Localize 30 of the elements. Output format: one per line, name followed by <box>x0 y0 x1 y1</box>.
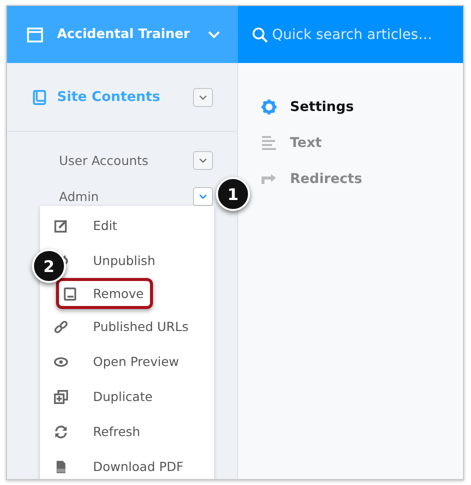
menu-item[interactable]: Remove <box>56 278 153 309</box>
redirect-arrow-icon <box>261 171 277 187</box>
duplicate-icon <box>54 390 68 404</box>
link-icon <box>54 320 68 334</box>
sidebar-heading: Site Contents <box>57 89 162 105</box>
text-lines-icon <box>261 135 277 151</box>
menu-item[interactable]: Download PDF <box>40 449 214 479</box>
tree-item[interactable]: User Accounts <box>59 152 193 168</box>
page-tab[interactable]: Settings <box>261 89 354 125</box>
eye-icon <box>54 354 68 368</box>
menu-item[interactable]: Open Preview <box>40 344 214 379</box>
edit-icon <box>54 218 68 232</box>
chevron-down-icon <box>199 194 207 198</box>
dropdown-button[interactable] <box>193 186 213 206</box>
browser-window-icon <box>27 26 43 42</box>
search-icon <box>252 26 268 42</box>
menu-item[interactable]: Refresh <box>40 414 214 449</box>
site-title: Accidental Trainer <box>57 27 190 42</box>
dropdown-button[interactable] <box>193 88 213 106</box>
pdf-file-icon <box>54 460 68 474</box>
menu-item[interactable]: Edit <box>40 208 214 243</box>
refresh-icon <box>54 424 68 438</box>
tree-item[interactable]: Admin <box>59 188 193 204</box>
chevron-down-icon <box>199 158 207 162</box>
gear-icon <box>261 99 277 115</box>
menu-item[interactable]: Duplicate <box>40 379 214 414</box>
chevron-down-icon <box>208 30 220 38</box>
chevron-down-icon <box>199 94 207 100</box>
menu-item[interactable]: Published URLs <box>40 309 214 344</box>
dropdown-button[interactable] <box>193 150 213 170</box>
